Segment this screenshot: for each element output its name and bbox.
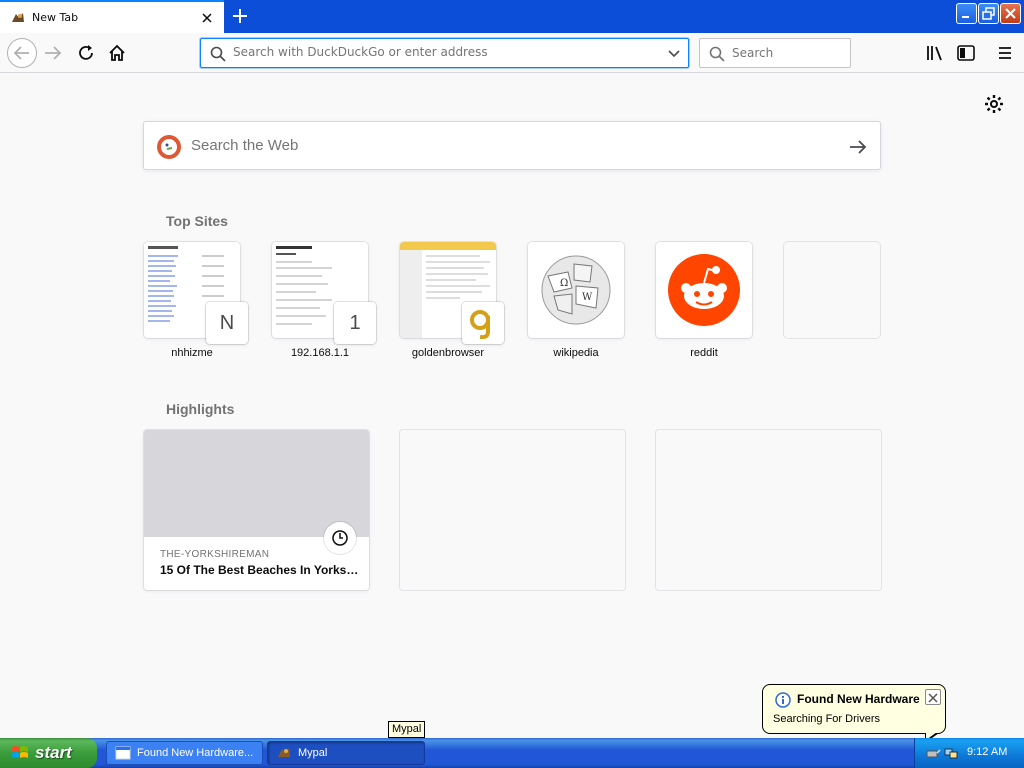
site-label: nhhizme (171, 347, 213, 359)
taskbar: start Found New Hardware... Mypal 9:12 A… (0, 738, 1024, 768)
highlights-heading: Highlights (166, 401, 235, 417)
highlight-image (144, 430, 369, 537)
search-input[interactable] (732, 46, 842, 60)
system-tray: 9:12 AM (914, 738, 1024, 768)
empty-highlight-slot (656, 430, 881, 590)
network-icon[interactable] (943, 745, 959, 761)
new-tab-plus-icon[interactable] (229, 5, 251, 27)
mypal-favicon-icon (12, 12, 24, 22)
info-icon (775, 692, 791, 708)
search-bar[interactable] (699, 38, 851, 68)
top-site-tile[interactable]: N nhhizme (144, 242, 248, 362)
gear-icon[interactable] (984, 94, 1004, 114)
back-button[interactable] (7, 38, 37, 68)
reload-icon[interactable] (74, 41, 98, 65)
web-search-input[interactable] (191, 137, 811, 154)
notification-title: Found New Hardware (797, 692, 920, 706)
minimize-button[interactable] (956, 3, 977, 24)
site-letter-badge: N (206, 302, 248, 344)
close-window-button[interactable] (1000, 3, 1021, 24)
svg-text:Ω: Ω (560, 278, 568, 289)
notification-balloon[interactable]: Found New Hardware Searching For Drivers (762, 684, 946, 734)
address-input[interactable] (233, 45, 653, 59)
address-bar[interactable] (200, 38, 689, 68)
site-label: wikipedia (553, 347, 599, 359)
arrow-right-icon[interactable] (847, 136, 869, 158)
duckduckgo-logo-icon (157, 135, 181, 159)
library-icon[interactable] (923, 41, 947, 65)
close-icon (928, 693, 938, 703)
reddit-logo-icon (668, 254, 740, 326)
start-button[interactable]: start (0, 738, 97, 768)
highlight-source: THE-YORKSHIREMAN (160, 549, 270, 560)
taskbar-button-found-new-hardware[interactable]: Found New Hardware... (106, 741, 263, 765)
menu-hamburger-icon[interactable] (993, 41, 1017, 65)
site-letter-badge: 1 (334, 302, 376, 344)
search-icon (210, 46, 226, 62)
notification-close-button[interactable] (925, 689, 941, 705)
new-tab-page: Top Sites N nhhizme (0, 74, 1024, 738)
site-thumbnail (656, 242, 752, 338)
highlight-title: 15 Of The Best Beaches In Yorkshire (160, 563, 360, 577)
empty-site-slot (784, 242, 880, 362)
tab-strip: New Tab (0, 0, 1024, 33)
wikipedia-globe-icon: Ω W (541, 255, 611, 325)
windows-flag-icon (12, 746, 28, 758)
home-icon[interactable] (105, 41, 129, 65)
mypal-app-icon (278, 748, 290, 757)
site-label: reddit (690, 347, 718, 359)
window-icon (115, 746, 131, 760)
top-sites-heading: Top Sites (166, 213, 228, 229)
hardware-device-icon[interactable] (925, 745, 941, 761)
taskbar-tooltip: Mypal (388, 721, 426, 738)
minimize-icon (962, 16, 969, 18)
start-label: start (35, 743, 72, 762)
taskbar-clock[interactable]: 9:12 AM (967, 746, 1007, 758)
top-site-tile[interactable]: Ω W wikipedia (528, 242, 624, 362)
taskbar-button-label: Mypal (298, 747, 328, 759)
history-clock-badge (324, 522, 356, 554)
site-label: 192.168.1.1 (290, 347, 350, 359)
sidebar-icon[interactable] (954, 41, 978, 65)
chevron-down-icon[interactable] (667, 47, 681, 61)
search-icon (709, 46, 725, 62)
clock-icon (332, 530, 348, 546)
restore-button[interactable] (978, 3, 999, 24)
top-site-tile[interactable]: reddit (656, 242, 752, 362)
web-search-box[interactable] (143, 121, 881, 170)
taskbar-button-mypal[interactable]: Mypal (267, 741, 425, 765)
site-label: goldenbrowser (411, 347, 485, 359)
tab-title: New Tab (32, 11, 79, 24)
goldenbrowser-logo-icon (470, 310, 490, 340)
top-site-tile[interactable]: goldenbrowser (400, 242, 504, 362)
site-favicon-badge (462, 302, 504, 344)
close-tab-icon[interactable] (200, 11, 214, 25)
empty-highlight-slot (400, 430, 625, 590)
restore-icon (982, 7, 995, 20)
top-site-tile[interactable]: 1 192.168.1.1 (272, 242, 376, 362)
taskbar-button-label: Found New Hardware... (137, 747, 254, 759)
navigation-toolbar (0, 33, 1024, 73)
notification-text: Searching For Drivers (773, 713, 880, 725)
empty-thumbnail (784, 242, 880, 338)
back-arrow-icon (13, 46, 29, 60)
site-thumbnail: Ω W (528, 242, 624, 338)
svg-text:W: W (582, 292, 593, 303)
close-icon (1005, 8, 1016, 19)
forward-arrow-icon[interactable] (41, 41, 65, 65)
highlight-card[interactable]: THE-YORKSHIREMAN 15 Of The Best Beaches … (144, 430, 369, 590)
tab-new-tab[interactable]: New Tab (0, 0, 224, 33)
